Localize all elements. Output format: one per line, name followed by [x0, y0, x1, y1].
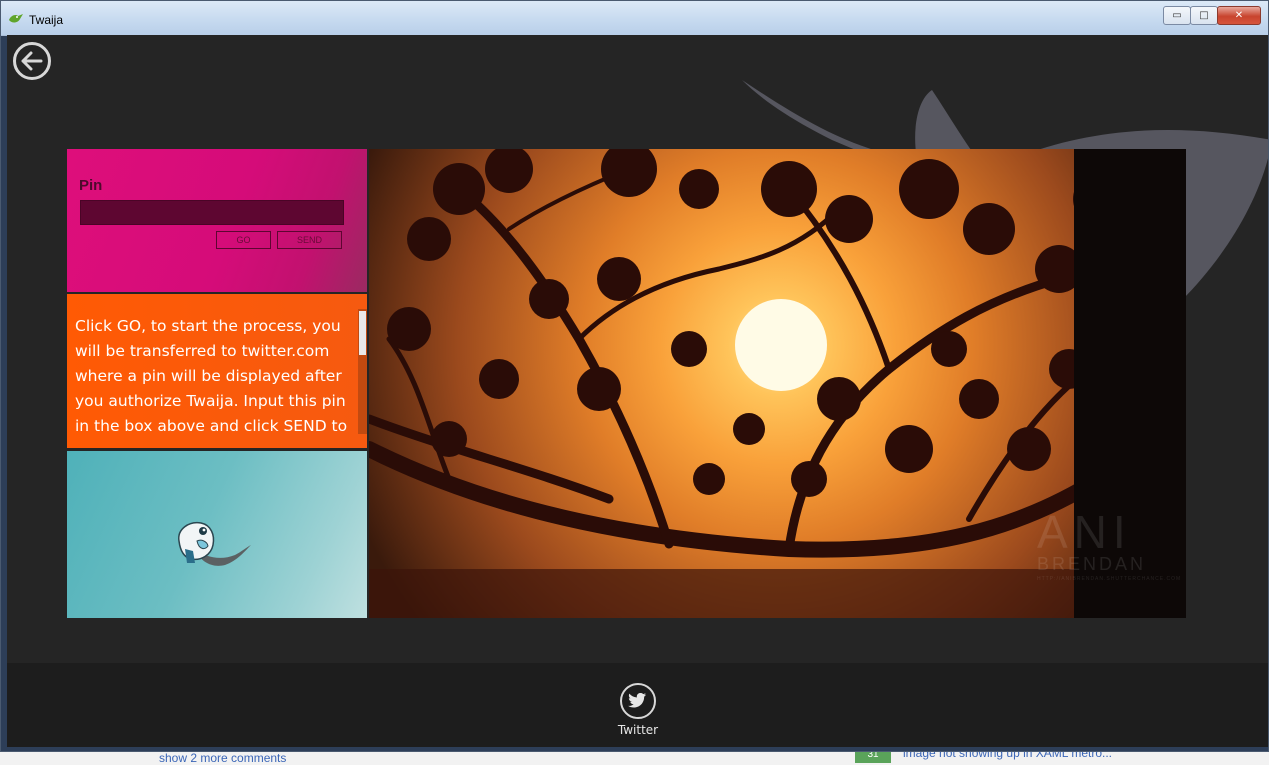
close-icon: ✕: [1234, 10, 1244, 21]
watermark-url: HTTP://ANIBRENDAN.SHUTTERCHANCE.COM: [1037, 576, 1182, 582]
app-content: Pin GO SEND Click GO, to start the proce…: [7, 35, 1268, 747]
pin-tile: Pin GO SEND: [67, 149, 367, 292]
app-bird-logo-icon: [178, 521, 251, 566]
twitter-button[interactable]: Twitter: [617, 683, 659, 737]
app-bird-icon: [9, 14, 23, 23]
twitter-bird-icon: [628, 693, 647, 708]
watermark-big: ANI: [1037, 506, 1132, 558]
window-title: Twaija: [29, 13, 64, 27]
hero-photo: ANI BRENDAN HTTP://ANIBRENDAN.SHUTTERCHA…: [369, 149, 1186, 618]
pin-input[interactable]: [80, 200, 344, 225]
back-arrow-icon: [21, 51, 43, 71]
app-bar: Twitter: [7, 663, 1268, 747]
go-button[interactable]: GO: [216, 231, 271, 249]
maximize-icon: □: [1199, 10, 1209, 21]
minimize-button[interactable]: ▭: [1163, 6, 1191, 25]
close-button[interactable]: ✕: [1217, 6, 1261, 25]
window-controls: ▭ □ ✕: [1163, 6, 1261, 25]
photo-watermark: ANI BRENDAN HTTP://ANIBRENDAN.SHUTTERCHA…: [1037, 509, 1181, 582]
instructions-text: Click GO, to start the process, you will…: [75, 317, 348, 435]
logo-tile: [67, 451, 367, 618]
twitter-button-label: Twitter: [617, 723, 659, 737]
instructions-scrollbar-thumb[interactable]: [359, 311, 366, 355]
instructions-tile: Click GO, to start the process, you will…: [67, 294, 367, 448]
app-window: Twaija ▭ □ ✕ Pin GO SEND Click GO, to st…: [0, 0, 1269, 752]
twitter-icon-circle: [620, 683, 656, 719]
watermark-name: BRENDAN: [1037, 554, 1147, 574]
maximize-button[interactable]: □: [1190, 6, 1218, 25]
pin-label: Pin: [79, 177, 103, 194]
back-button[interactable]: [13, 42, 51, 80]
send-button[interactable]: SEND: [277, 231, 342, 249]
title-bar[interactable]: Twaija ▭ □ ✕: [1, 1, 1268, 36]
minimize-icon: ▭: [1172, 10, 1182, 21]
